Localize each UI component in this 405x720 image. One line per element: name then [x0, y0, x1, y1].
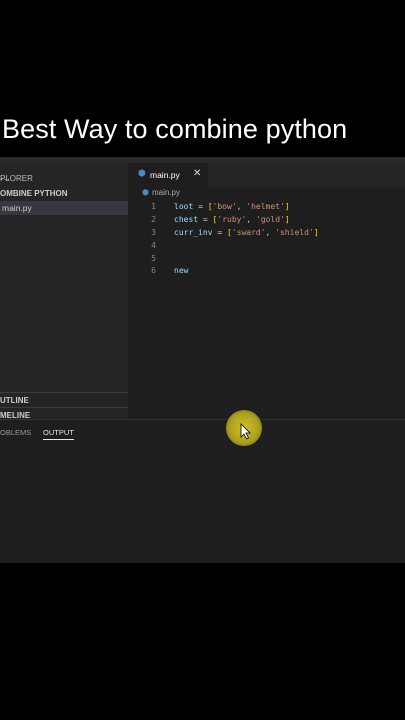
file-item-main-py[interactable]: main.py	[0, 201, 128, 215]
project-folder[interactable]: OMBINE PYTHON	[0, 189, 68, 198]
code-line: 6 new	[128, 266, 405, 279]
tab-problems[interactable]: OBLEMS	[0, 428, 31, 437]
editor-tab-bar: ⬢ main.py ✕	[128, 163, 405, 187]
line-number: 1	[151, 202, 156, 211]
breadcrumb-file: main.py	[151, 188, 180, 197]
line-number: 4	[151, 241, 156, 250]
explorer-sidebar: PLORER ··· OMBINE PYTHON main.py UTLINE …	[0, 163, 128, 420]
line-number: 6	[151, 266, 156, 275]
tab-output[interactable]: OUTPUT	[43, 428, 74, 440]
line-number: 5	[151, 254, 156, 263]
code-line: 2 chest = ['ruby', 'gold']	[128, 215, 405, 228]
tab-label: main.py	[150, 170, 180, 180]
code-text[interactable]: new	[174, 266, 188, 275]
more-actions-icon[interactable]: ···	[0, 174, 10, 185]
tab-main-py[interactable]: ⬢ main.py ✕	[128, 163, 208, 187]
outline-section[interactable]: UTLINE	[0, 392, 128, 407]
outline-label: UTLINE	[0, 396, 29, 405]
video-caption: Best Way to combine python	[2, 114, 348, 144]
line-number: 3	[151, 228, 156, 237]
breadcrumb[interactable]: ⬢ main.py	[142, 188, 180, 197]
code-text[interactable]: loot = ['bow', 'helmet']	[174, 202, 290, 211]
code-area[interactable]: 1 loot = ['bow', 'helmet'] 2 chest = ['r…	[128, 200, 405, 415]
code-line: 4	[128, 241, 405, 254]
code-line: 1 loot = ['bow', 'helmet']	[128, 202, 405, 215]
line-number: 2	[151, 215, 156, 224]
python-file-icon: ⬢	[142, 188, 149, 197]
explorer-header: PLORER ···	[0, 171, 128, 187]
python-file-icon: ⬢	[138, 169, 146, 179]
close-icon[interactable]: ✕	[193, 168, 201, 179]
code-text[interactable]: curr_inv = ['sward', 'shield']	[174, 228, 319, 237]
file-item-label: main.py	[2, 203, 32, 213]
code-editor-window: PLORER ··· OMBINE PYTHON main.py UTLINE …	[0, 157, 405, 563]
mouse-pointer-icon	[240, 423, 251, 440]
bottom-panel: OBLEMS OUTPUT	[0, 419, 405, 563]
code-text[interactable]: chest = ['ruby', 'gold']	[174, 215, 290, 224]
code-line: 3 curr_inv = ['sward', 'shield']	[128, 228, 405, 241]
